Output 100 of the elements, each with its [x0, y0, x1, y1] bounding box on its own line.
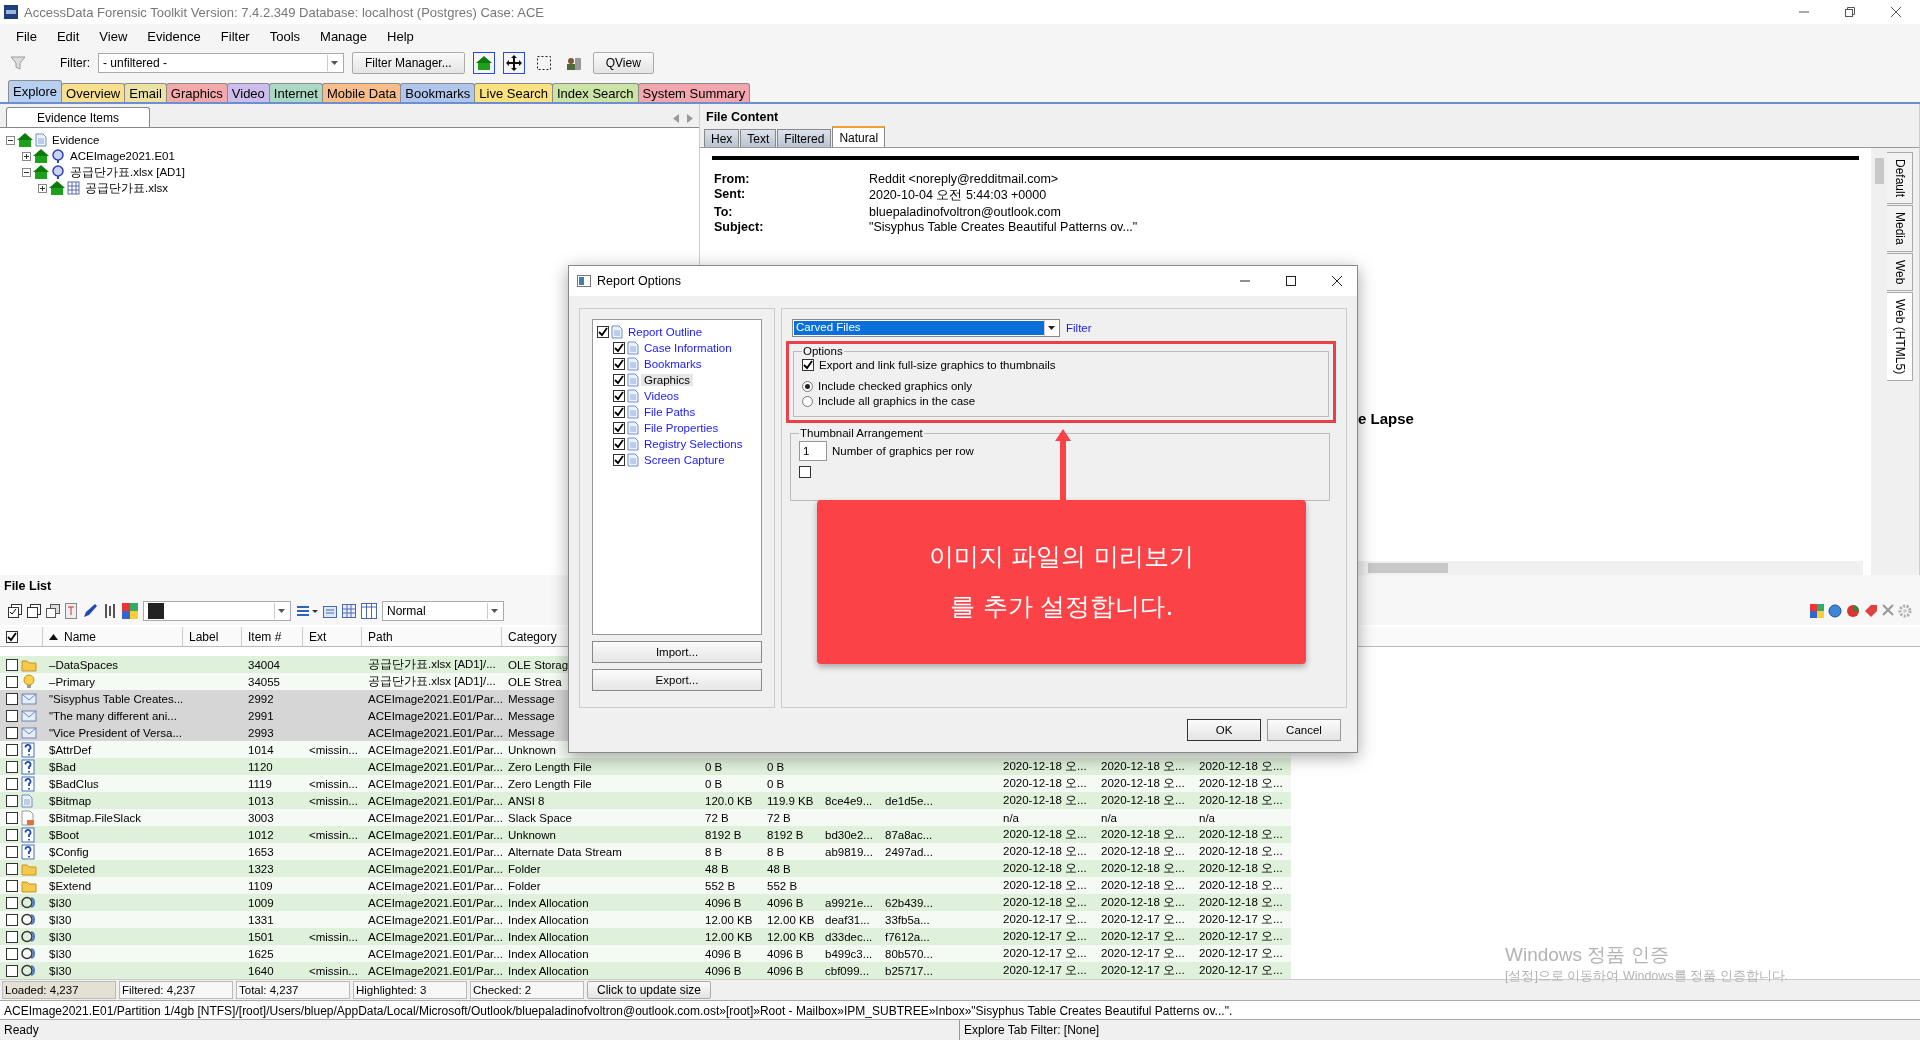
tab[interactable]: Graphics	[165, 83, 228, 102]
menu-item[interactable]: Help	[379, 26, 422, 46]
checkbox[interactable]	[6, 947, 18, 960]
checkbox[interactable]	[6, 879, 18, 892]
file-row[interactable]: $Config 1653 ACEImage2021.E01/Par... Alternate Data Stream 8 B 8 B ab9819... 2497ad... 2020-12-18 오... 2020-12-18 오... 2020-12-18 오...	[0, 843, 1291, 860]
filter-link[interactable]: Filter	[1066, 322, 1092, 335]
file-row[interactable]: $Deleted 1323 ACEImage2021.E01/Par... Folder 48 B 48 B 2020-12-18 오... 2020-12-18 오... 2020-12-18 오...	[0, 860, 1291, 877]
side-tab[interactable]: Default	[1887, 152, 1913, 205]
checkbox[interactable]	[802, 359, 814, 372]
check-all-icon[interactable]	[8, 604, 22, 618]
side-tab[interactable]: Web	[1887, 252, 1913, 292]
tab[interactable]: Index Search	[552, 83, 639, 102]
tab[interactable]: Video	[226, 83, 270, 102]
file-row[interactable]: $I30 1640 <missin... ACEImage2021.E01/Par... Index Allocation 4096 B 4096 B cbf099... b25717... 2020-12-17 오... 2020-12-17 오... 2020-12-17 오...	[0, 962, 1291, 979]
checkbox[interactable]	[6, 743, 18, 756]
file-row[interactable]: $Extend 1109 ACEImage2021.E01/Par... Folder 552 B 552 B 2020-12-18 오... 2020-12-18 오... 2020-12-18 오...	[0, 877, 1291, 894]
tab[interactable]: Text	[740, 129, 777, 147]
checkbox[interactable]	[6, 964, 18, 977]
tab[interactable]: Explore	[8, 80, 63, 102]
color-dropdown[interactable]	[143, 601, 291, 621]
outline-item[interactable]: Screen Capture	[641, 454, 728, 467]
menu-item[interactable]: Tools	[261, 26, 309, 46]
text-icon[interactable]	[65, 603, 77, 619]
radio-button[interactable]	[802, 395, 813, 407]
checkbox[interactable]	[6, 913, 18, 926]
checkbox[interactable]	[6, 726, 18, 739]
cancel-button[interactable]: Cancel	[1267, 719, 1341, 742]
file-row[interactable]: $Bitmap 1013 <missin... ACEImage2021.E01/Par... ANSI 8 120.0 KB 119.9 KB 8ce4e9... de1d5e... 2020-12-18 오... 2020-12-18 오... 2020-12-18 오...	[0, 792, 1291, 809]
checkbox[interactable]	[613, 390, 625, 403]
move-icon[interactable]	[502, 52, 525, 74]
number-field[interactable]: 1	[799, 441, 827, 462]
update-size-button[interactable]: Click to update size	[587, 981, 711, 999]
menu-item[interactable]: Evidence	[139, 26, 209, 46]
collapse-toggle[interactable]	[22, 167, 31, 177]
color-grid-icon[interactable]	[122, 603, 138, 619]
pie-icon[interactable]	[1846, 604, 1860, 618]
checkbox[interactable]	[6, 896, 18, 909]
house-icon[interactable]	[472, 52, 495, 74]
file-row[interactable]: $I30 1009 ACEImage2021.E01/Par... Index Allocation 4096 B 4096 B a9921e... 62b439... 2020-12-18 오... 2020-12-18 오... 2020-12-18 오...	[0, 894, 1291, 911]
qview-button[interactable]: QView	[592, 52, 654, 74]
checkbox[interactable]	[613, 406, 625, 419]
column-header[interactable]: Name	[43, 627, 183, 646]
outline-item[interactable]: File Properties	[641, 422, 722, 435]
checkbox[interactable]	[6, 930, 18, 943]
checkbox[interactable]	[613, 358, 625, 371]
outline-item[interactable]: Registry Selections	[641, 438, 746, 451]
view-mode-dropdown[interactable]: Normal	[382, 601, 504, 621]
import-button[interactable]: Import...	[592, 641, 762, 664]
outline-item[interactable]: Graphics	[641, 374, 694, 387]
filter-dropdown[interactable]: - unfiltered -	[98, 53, 344, 73]
file-row[interactable]: $I30 1501 <missin... ACEImage2021.E01/Par... Index Allocation 12.00 KB 12.00 KB d33dec... f7612a... 2020-12-17 오... 2020-12-17 오... 2020-12-17 오...	[0, 928, 1291, 945]
outline-item[interactable]: Bookmarks	[641, 358, 705, 371]
menu-item[interactable]: View	[91, 26, 136, 46]
tab[interactable]: Natural	[832, 126, 886, 147]
tree-item[interactable]: 공급단가표.xlsx	[82, 180, 171, 196]
checkbox[interactable]	[6, 845, 18, 858]
tab[interactable]: System Summary	[637, 83, 751, 102]
checkbox[interactable]	[6, 675, 18, 688]
collapse-toggle[interactable]	[6, 135, 15, 145]
table-icon[interactable]	[342, 604, 356, 618]
checkbox[interactable]	[6, 811, 18, 824]
copy-icon[interactable]	[46, 604, 60, 618]
checkbox[interactable]	[597, 326, 609, 339]
source-dropdown[interactable]: Carved Files	[792, 319, 1060, 338]
checkbox[interactable]	[6, 828, 18, 841]
file-row[interactable]: $I30 1625 ACEImage2021.E01/Par... Index Allocation 4096 B 4096 B b499c3... 80b570... 2020-12-17 오... 2020-12-17 오... 2020-12-17 오...	[0, 945, 1291, 962]
checkbox[interactable]	[613, 438, 625, 451]
tab[interactable]: Filtered	[777, 129, 832, 147]
tab[interactable]: Hex	[704, 129, 740, 147]
file-row[interactable]: $I30 1331 ACEImage2021.E01/Par... Index Allocation 12.00 KB 12.00 KB deaf31... 33fb5a... 2020-12-17 오... 2020-12-17 오... 2020-12-17 오...	[0, 911, 1291, 928]
expand-toggle[interactable]	[38, 183, 47, 193]
calendar-icon[interactable]	[323, 604, 337, 618]
tree-item[interactable]: 공급단가표.xlsx [AD1]	[67, 164, 188, 180]
tab[interactable]: Live Search	[474, 83, 553, 102]
column-header[interactable]: Label	[183, 627, 242, 646]
outline-item[interactable]: Report Outline	[625, 326, 706, 339]
checkbox[interactable]	[799, 466, 811, 479]
file-row[interactable]: $Boot 1012 <missin... ACEImage2021.E01/Par... Unknown 8192 B 8192 B bd30e2... 87a8ac... 2020-12-18 오... 2020-12-18 오... 2020-12-18 오...	[0, 826, 1291, 843]
file-row[interactable]: $Bitmap.FileSlack 3003 ACEImage2021.E01/Par... Slack Space 72 B 72 B n/a n/a n/a	[0, 809, 1291, 826]
list-view-icon[interactable]	[296, 604, 318, 618]
file-row[interactable]: $Bad 1120 ACEImage2021.E01/Par... Zero Length File 0 B 0 B 2020-12-18 오... 2020-12-18 오... 2020-12-18 오...	[0, 758, 1291, 775]
checkbox[interactable]	[613, 422, 625, 435]
tag-icon[interactable]	[1864, 604, 1878, 618]
column-header[interactable]: Item #	[242, 627, 303, 646]
ok-button[interactable]: OK	[1187, 719, 1261, 742]
uncheck-all-icon[interactable]	[27, 604, 41, 618]
select-all-checkbox[interactable]	[6, 630, 18, 643]
side-tab[interactable]: Media	[1887, 205, 1913, 252]
outline-item[interactable]: Videos	[641, 390, 682, 403]
radio-button[interactable]	[802, 380, 813, 392]
checkbox[interactable]	[613, 454, 625, 467]
menu-item[interactable]: Manage	[312, 26, 376, 46]
filter-manager-button[interactable]: Filter Manager...	[352, 52, 465, 74]
panel-tab[interactable]: Evidence Items	[6, 107, 151, 127]
tab[interactable]: Mobile Data	[321, 83, 402, 102]
menu-item[interactable]: Edit	[48, 26, 88, 46]
checkbox[interactable]	[6, 692, 18, 705]
column-header[interactable]: Ext	[303, 627, 362, 646]
tab[interactable]: Internet	[268, 83, 323, 102]
close-icon[interactable]	[1882, 604, 1894, 618]
